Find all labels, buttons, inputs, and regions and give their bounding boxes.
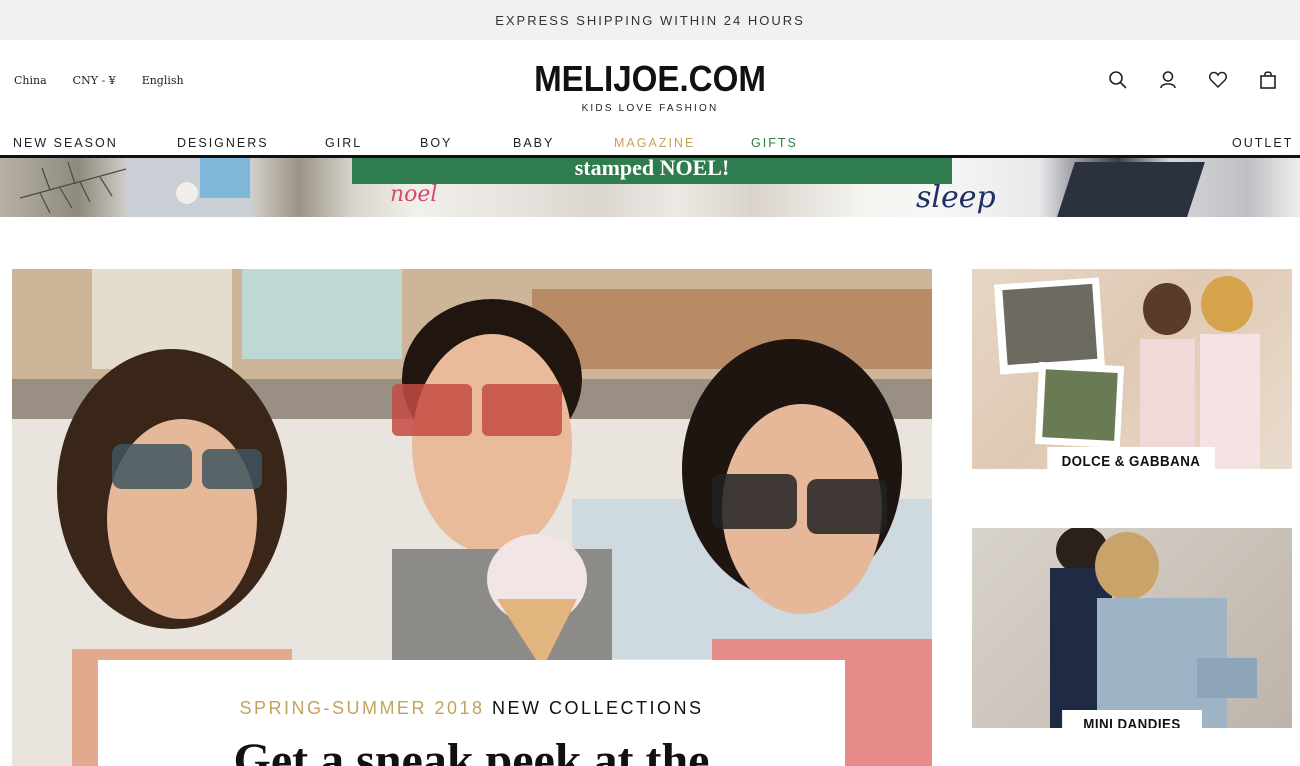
- promo-banner-strip[interactable]: noel stamped NOEL! sleep: [0, 158, 1300, 217]
- banner-noel-text: noel: [390, 182, 438, 207]
- header-icons: [1108, 70, 1278, 90]
- logo-block: MELIJOE.COM KIDS LOVE FASHION: [0, 58, 1300, 114]
- hero-kicker-collection: NEW COLLECTIONS: [492, 698, 704, 718]
- shipping-text: EXPRESS SHIPPING WITHIN 24 HOURS: [495, 12, 805, 28]
- promo-label[interactable]: DOLCE & GABBANA: [1047, 447, 1215, 469]
- nav-gifts[interactable]: GIFTS: [751, 136, 798, 150]
- banner-script-text: sleep: [916, 180, 996, 215]
- search-icon[interactable]: [1108, 70, 1128, 90]
- promo-dolce-gabbana-image: [993, 276, 1260, 469]
- hero-caption-card[interactable]: SPRING-SUMMER 2018 NEW COLLECTIONS Get a…: [98, 660, 845, 766]
- nav-magazine[interactable]: MAGAZINE: [614, 136, 695, 150]
- banner-ornament: [176, 182, 198, 204]
- hero-kicker-season: SPRING-SUMMER 2018: [239, 698, 485, 718]
- nav-new-season[interactable]: NEW SEASON: [13, 136, 118, 150]
- site-logo[interactable]: MELIJOE.COM: [534, 58, 766, 100]
- promo-dolce-gabbana[interactable]: DOLCE & GABBANA: [972, 269, 1292, 469]
- main-navigation: NEW SEASON DESIGNERS GIRL BOY BABY MAGAZ…: [0, 132, 1300, 158]
- hero-banner[interactable]: SPRING-SUMMER 2018 NEW COLLECTIONS Get a…: [12, 269, 932, 766]
- nav-designers[interactable]: DESIGNERS: [177, 136, 269, 150]
- nav-outlet[interactable]: OUTLET: [1232, 136, 1293, 150]
- promo-mini-dandies[interactable]: MINI DANDIES: [972, 528, 1292, 728]
- account-icon[interactable]: [1158, 70, 1178, 90]
- shipping-banner: EXPRESS SHIPPING WITHIN 24 HOURS: [0, 0, 1300, 40]
- pine-branch-icon: [20, 161, 130, 214]
- hero-kicker: SPRING-SUMMER 2018 NEW COLLECTIONS: [98, 698, 845, 719]
- nav-boy[interactable]: BOY: [420, 136, 452, 150]
- nav-baby[interactable]: BABY: [513, 136, 554, 150]
- site-tagline: KIDS LOVE FASHION: [581, 103, 719, 114]
- banner-product-box: [200, 158, 250, 198]
- promo-mini-dandies-image: [1050, 528, 1257, 728]
- shopping-bag-icon[interactable]: [1258, 70, 1278, 90]
- promo-label[interactable]: MINI DANDIES: [1062, 710, 1202, 728]
- banner-headline[interactable]: stamped NOEL!: [352, 158, 952, 184]
- site-header: China CNY - ¥ English MELIJOE.COM KIDS L…: [0, 40, 1300, 132]
- hero-headline[interactable]: Get a sneak peek at the: [98, 733, 845, 766]
- banner-cosmetics-image: [1057, 162, 1205, 217]
- nav-girl[interactable]: GIRL: [325, 136, 362, 150]
- wishlist-heart-icon[interactable]: [1208, 70, 1228, 90]
